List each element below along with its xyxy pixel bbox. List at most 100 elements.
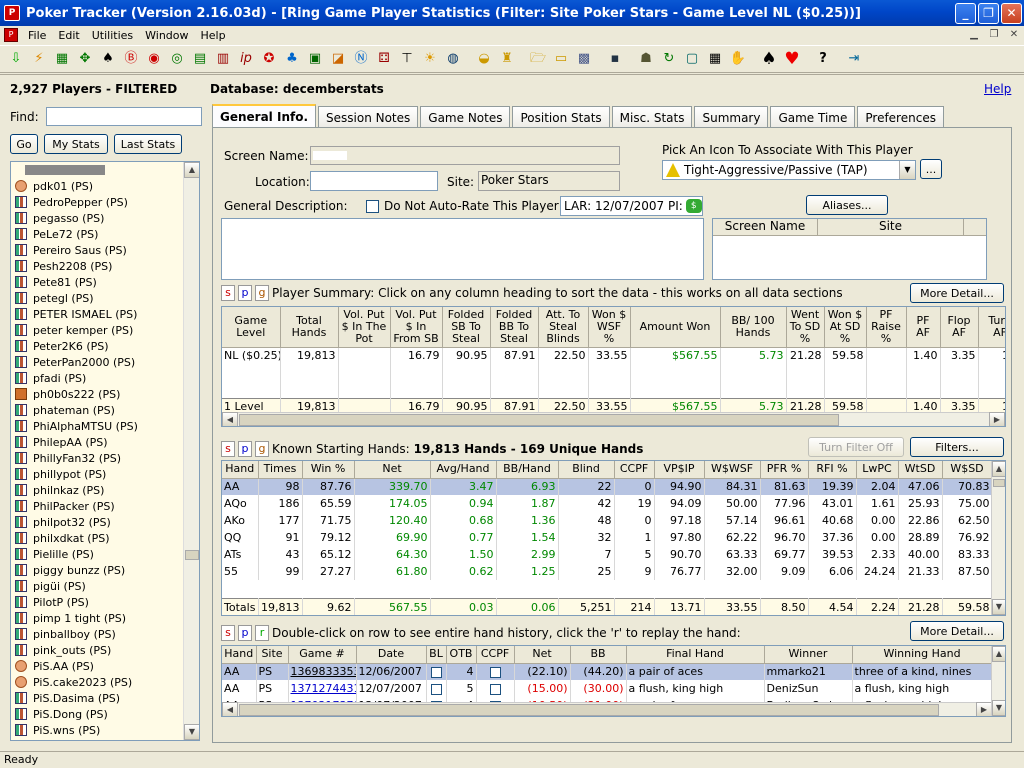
sun-icon[interactable]: ☀: [420, 49, 440, 69]
monitor-icon[interactable]: ▢: [682, 49, 702, 69]
player-list-item[interactable]: philnkaz (PS): [11, 482, 185, 498]
player-list-item[interactable]: Peter2K6 (PS): [11, 338, 185, 354]
menu-help[interactable]: Help: [195, 29, 232, 42]
refresh-icon[interactable]: ↻: [659, 49, 679, 69]
player-list-item[interactable]: PiS.wns (PS): [11, 722, 185, 738]
b-icon[interactable]: Ⓑ: [121, 49, 141, 69]
close-button[interactable]: ✕: [1001, 2, 1022, 24]
row-checkbox[interactable]: [430, 666, 442, 678]
mdi-close-icon[interactable]: ✕: [1006, 29, 1022, 43]
arrows-icon[interactable]: ✥: [75, 49, 95, 69]
row-checkbox[interactable]: [489, 666, 501, 678]
column-header[interactable]: Hand: [222, 461, 259, 479]
player-list-item[interactable]: Pesh2208 (PS): [11, 258, 185, 274]
history-r-button[interactable]: r: [255, 625, 269, 641]
mdi-app-icon[interactable]: P: [4, 28, 18, 42]
column-header[interactable]: Vol. Put $ In The Pot: [338, 307, 391, 348]
column-header[interactable]: RFI %: [808, 461, 857, 479]
hand-row[interactable]: AKo 177 71.75 120.40 0.68 1.36 48 0 97.18 57.14 96…: [222, 512, 993, 529]
hand-row[interactable]: 55 99 27.27 61.80 0.62 1.25 25 9 76.77 32.00 9.09 6…: [222, 563, 993, 580]
scroll-up-icon[interactable]: ▲: [992, 646, 1005, 662]
ladder-icon[interactable]: ▥: [213, 49, 233, 69]
player-icon-select[interactable]: Tight-Aggressive/Passive (TAP) ▼: [662, 160, 916, 180]
player-list[interactable]: pdk01 (PS) PedroPepper (PS) pegasso (PS) Pe…: [10, 161, 200, 741]
player-list-item[interactable]: PedroPepper (PS): [11, 194, 185, 210]
column-header[interactable]: Hand: [222, 646, 257, 664]
app-icon[interactable]: P: [4, 5, 20, 21]
player-list-item[interactable]: peter kemper (PS): [11, 322, 185, 338]
last-stats-button[interactable]: Last Stats: [114, 134, 182, 154]
column-header[interactable]: Site: [256, 646, 289, 664]
menu-window[interactable]: Window: [139, 29, 194, 42]
notes-icon[interactable]: ▣: [305, 49, 325, 69]
hands-total-row[interactable]: Totals 19,813 9.62 567.55 0.03 0.06 5,251 214 13…: [222, 598, 993, 615]
column-header[interactable]: Went To SD %: [786, 307, 825, 348]
alias-col-screen-name[interactable]: Screen Name: [713, 219, 818, 235]
player-list-item[interactable]: PhiAlphaMTSU (PS): [11, 418, 185, 434]
my-stats-button[interactable]: My Stats: [44, 134, 108, 154]
player-list-item[interactable]: philxdkat (PS): [11, 530, 185, 546]
column-header[interactable]: BB: [570, 646, 627, 664]
ip-icon[interactable]: ip: [236, 49, 256, 69]
import-icon[interactable]: ⇩: [6, 49, 26, 69]
scroll-up-icon[interactable]: ▲: [184, 162, 199, 178]
hands-vscroll-thumb[interactable]: [993, 479, 1005, 487]
column-header[interactable]: Won $ WSF %: [588, 307, 631, 348]
hand-row[interactable]: AQo 186 65.59 174.05 0.94 1.87 42 19 94.09 50.00 7…: [222, 495, 993, 512]
column-header[interactable]: BB/Hand: [496, 461, 559, 479]
turn-filter-off-button[interactable]: Turn Filter Off: [808, 437, 904, 457]
menu-utilities[interactable]: Utilities: [86, 29, 139, 42]
player-list-item[interactable]: PeLe72 (PS): [11, 226, 185, 242]
record-icon[interactable]: ◉: [144, 49, 164, 69]
menu-file[interactable]: File: [22, 29, 52, 42]
heart-suit-icon[interactable]: ♥: [782, 49, 802, 69]
player-list-item[interactable]: pinballboy (PS): [11, 626, 185, 642]
maximize-button[interactable]: ❐: [978, 2, 999, 24]
scroll-up-icon[interactable]: ▲: [992, 461, 1005, 477]
table-icon[interactable]: ⊤: [397, 49, 417, 69]
help-link[interactable]: Help: [984, 82, 1011, 96]
scroll-thumb[interactable]: [185, 550, 199, 560]
scroll-down-icon[interactable]: ▼: [992, 700, 1005, 716]
hud-icon[interactable]: ☗: [636, 49, 656, 69]
column-header[interactable]: Winning Hand: [852, 646, 993, 664]
no-autorate-checkbox[interactable]: [366, 200, 379, 213]
tab-summary[interactable]: Summary: [694, 106, 769, 128]
player-list-item[interactable]: ph0b0s222 (PS): [11, 386, 185, 402]
player-list-item[interactable]: Pete81 (PS): [11, 274, 185, 290]
column-header[interactable]: BL: [426, 646, 447, 664]
filters-button[interactable]: Filters...: [910, 437, 1004, 457]
summary-p-button[interactable]: p: [238, 285, 252, 301]
player-list-item[interactable]: PETER ISMAEL (PS): [11, 306, 185, 322]
history-hscrollbar[interactable]: ◀ ▶: [222, 701, 992, 716]
folder-open-icon[interactable]: 🗁: [528, 49, 548, 69]
hands-p-button[interactable]: p: [238, 441, 252, 457]
save-icon[interactable]: ▪: [605, 49, 625, 69]
column-header[interactable]: Win %: [302, 461, 355, 479]
tag-icon[interactable]: ◪: [328, 49, 348, 69]
hand-row[interactable]: ATs 43 65.12 64.30 1.50 2.99 7 5 90.70 63.33 69.77…: [222, 546, 993, 563]
aliases-button[interactable]: Aliases...: [806, 195, 888, 215]
player-list-item[interactable]: PhilepAA (PS): [11, 434, 185, 450]
go-button[interactable]: Go: [10, 134, 38, 154]
cup-icon[interactable]: ◒: [474, 49, 494, 69]
player-list-item[interactable]: PeterPan2000 (PS): [11, 354, 185, 370]
lightning-icon[interactable]: ⚡: [29, 49, 49, 69]
player-list-item[interactable]: PiS.Dong (PS): [11, 706, 185, 722]
history-vscrollbar[interactable]: ▲ ▼: [991, 646, 1005, 716]
summary-more-detail-button[interactable]: More Detail...: [910, 283, 1004, 303]
summary-s-button[interactable]: s: [221, 285, 235, 301]
player-list-item[interactable]: Pereiro Saus (PS): [11, 242, 185, 258]
hands-s-button[interactable]: s: [221, 441, 235, 457]
column-header[interactable]: Vol. Put $ In From SB: [390, 307, 443, 348]
scroll-left-icon[interactable]: ◀: [222, 411, 238, 426]
player-list-item[interactable]: pfadi (PS): [11, 370, 185, 386]
player-list-item[interactable]: PhilPacker (PS): [11, 498, 185, 514]
hands-g-button[interactable]: g: [255, 441, 269, 457]
column-header[interactable]: VP$IP: [654, 461, 705, 479]
column-header[interactable]: Date: [356, 646, 427, 664]
servers-icon[interactable]: ▩: [574, 49, 594, 69]
player-list-item[interactable]: pigüi (PS): [11, 578, 185, 594]
money-bag-icon[interactable]: $: [685, 199, 702, 213]
row-checkbox[interactable]: [489, 683, 501, 695]
